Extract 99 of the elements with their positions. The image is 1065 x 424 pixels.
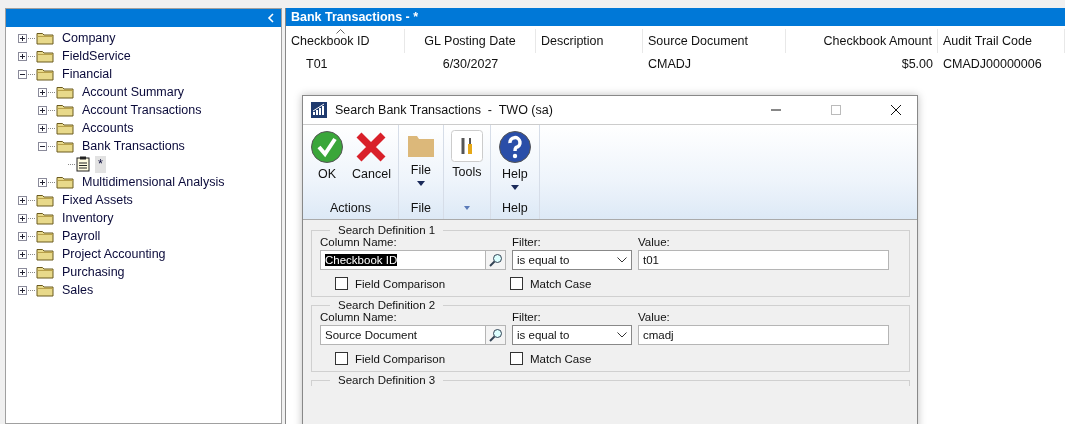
expander-icon[interactable] <box>18 51 27 61</box>
tree-item[interactable]: Sales <box>59 281 97 299</box>
column-header[interactable]: GL Posting Date <box>405 29 536 53</box>
expander-icon[interactable] <box>18 285 27 295</box>
expander-icon[interactable] <box>18 231 27 241</box>
value-field[interactable]: t01 <box>638 250 889 270</box>
column-name-field[interactable]: Checkbook ID <box>320 250 486 270</box>
tree-item[interactable]: Project Accounting <box>59 245 169 263</box>
expander-icon[interactable] <box>18 33 27 43</box>
folder-icon <box>36 31 54 45</box>
magnifier-icon <box>488 253 503 267</box>
table-cell: CMADJ00000006 <box>943 57 1042 71</box>
magnifier-icon <box>488 328 503 342</box>
chevron-down-icon <box>617 332 627 338</box>
group-title: Search Definition 1 <box>337 224 437 236</box>
tree-item[interactable]: * <box>95 155 106 173</box>
expander-icon[interactable] <box>18 195 27 205</box>
folder-icon <box>56 85 74 99</box>
table-cell: $5.00 <box>901 57 933 71</box>
tools-button[interactable]: Tools <box>446 130 487 197</box>
tree-item[interactable]: Accounts <box>79 119 137 137</box>
group-label: Help <box>502 201 528 215</box>
expander-icon[interactable] <box>38 87 47 97</box>
dropdown-arrow-icon <box>510 185 519 190</box>
tree-item[interactable]: Inventory <box>59 209 117 227</box>
dropdown-arrow-icon <box>416 181 425 186</box>
expander-icon[interactable] <box>38 141 47 151</box>
field-label: Value: <box>638 236 671 248</box>
expander-icon[interactable] <box>18 213 27 223</box>
tree-item[interactable]: Payroll <box>59 227 104 245</box>
help-icon <box>497 130 532 164</box>
expander-icon[interactable] <box>38 105 47 115</box>
tree-item[interactable]: Account Transactions <box>79 101 205 119</box>
cancel-button[interactable]: Cancel <box>348 130 395 197</box>
folder-icon <box>56 139 74 153</box>
field-label: Value: <box>638 311 671 323</box>
table-cell: T01 <box>306 57 328 71</box>
filter-dropdown[interactable]: is equal to <box>512 325 632 345</box>
tree-item[interactable]: Purchasing <box>59 263 128 281</box>
tools-icon <box>450 130 483 162</box>
tree-item[interactable]: Financial <box>59 65 116 83</box>
folder-icon <box>36 67 54 81</box>
folder-icon <box>36 247 54 261</box>
tree-item[interactable]: FieldService <box>59 47 134 65</box>
tree-item[interactable]: Account Summary <box>79 83 188 101</box>
expander-icon[interactable] <box>18 267 27 277</box>
close-icon[interactable] <box>891 105 901 115</box>
group-label: Actions <box>329 201 371 215</box>
field-label: Column Name: <box>320 311 398 323</box>
column-header[interactable]: Audit Trail Code <box>938 29 1065 53</box>
clipboard-icon <box>76 156 90 172</box>
help-button[interactable]: Help <box>493 130 536 197</box>
field-label: Column Name: <box>320 236 398 248</box>
group-label: File <box>410 201 431 215</box>
match-case-checkbox[interactable]: Match Case <box>510 277 592 290</box>
expander-icon[interactable] <box>18 69 27 79</box>
folder-icon <box>36 229 54 243</box>
field-comparison-checkbox[interactable]: Field Comparison <box>320 277 510 290</box>
column-name-field[interactable]: Source Document <box>320 325 486 345</box>
expander-icon[interactable] <box>18 249 27 259</box>
field-label: Filter: <box>512 236 542 248</box>
field-comparison-checkbox[interactable]: Field Comparison <box>320 352 510 365</box>
dialog-title: Search Bank Transactions - TWO (sa) <box>335 103 553 117</box>
folder-icon <box>56 121 74 135</box>
lookup-button[interactable] <box>486 325 506 345</box>
column-header[interactable]: Checkbook ID <box>286 29 405 53</box>
folder-icon <box>36 265 54 279</box>
table-cell: 6/30/2027 <box>442 57 499 71</box>
column-header[interactable]: Description <box>536 29 643 53</box>
file-button[interactable]: File <box>401 130 440 197</box>
tree-item[interactable]: Bank Transactions <box>79 137 188 155</box>
folder-icon <box>36 49 54 63</box>
match-case-checkbox[interactable]: Match Case <box>510 352 592 365</box>
column-header[interactable]: Source Document <box>643 29 786 53</box>
value-field[interactable]: cmadj <box>638 325 889 345</box>
ok-button[interactable]: OK <box>306 130 348 197</box>
tree-item[interactable]: Fixed Assets <box>59 191 136 209</box>
table-cell: CMADJ <box>648 57 692 71</box>
folder-icon <box>56 103 74 117</box>
group-title: Search Definition 2 <box>337 299 437 311</box>
filter-dropdown[interactable]: is equal to <box>512 250 632 270</box>
checkmark-icon <box>310 130 344 164</box>
app-chart-icon <box>311 102 327 118</box>
column-header[interactable]: Checkbook Amount <box>786 29 938 53</box>
expander-icon[interactable] <box>38 177 47 187</box>
group-title: Search Definition 3 <box>337 374 437 386</box>
chevron-down-icon <box>617 257 627 263</box>
tree-item[interactable]: Multidimensional Analysis <box>79 173 228 191</box>
folder-icon <box>36 193 54 207</box>
field-label: Filter: <box>512 311 542 323</box>
tree-item[interactable]: Company <box>59 29 119 47</box>
folder-icon <box>56 175 74 189</box>
folder-icon <box>36 211 54 225</box>
list-title: Bank Transactions - * <box>291 10 419 24</box>
collapse-chevron-icon[interactable] <box>267 13 275 23</box>
folder-icon <box>36 283 54 297</box>
lookup-button[interactable] <box>486 250 506 270</box>
expander-icon[interactable] <box>38 123 47 133</box>
launcher-arrow-icon[interactable] <box>463 206 470 210</box>
